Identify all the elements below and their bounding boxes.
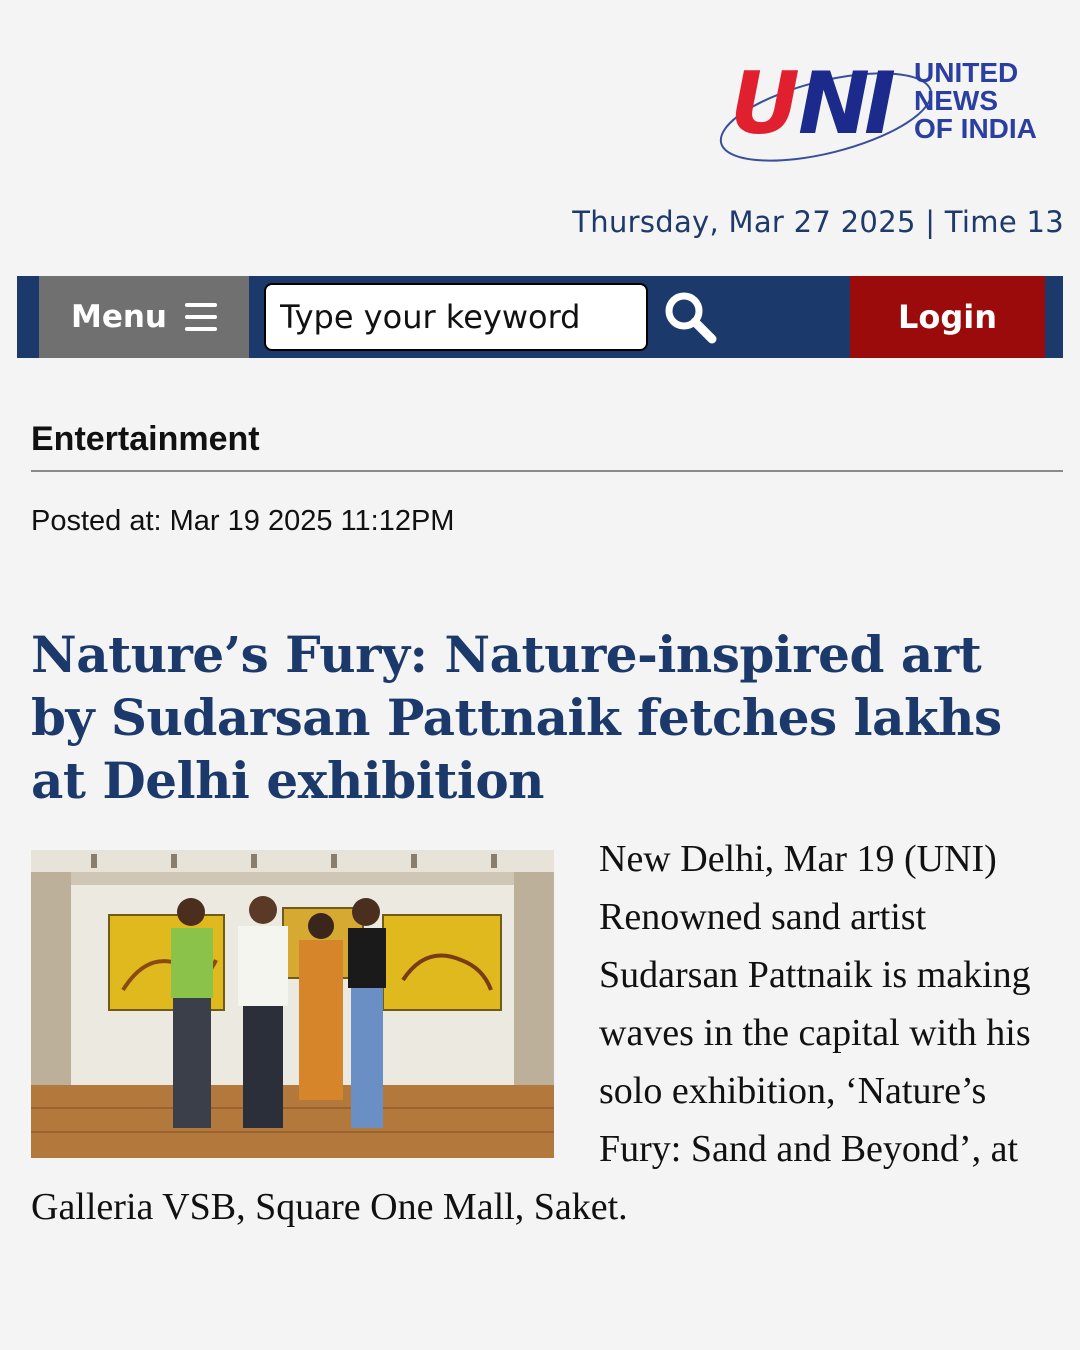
hamburger-icon	[185, 303, 217, 331]
logo-mark-u: U	[730, 55, 799, 154]
current-date-time: Thursday, Mar 27 2025 | Time 13	[572, 205, 1064, 239]
main-navbar: Menu Login	[17, 276, 1063, 358]
logo-line-2: NEWS	[914, 85, 998, 116]
menu-button[interactable]: Menu	[39, 276, 249, 358]
uni-logo[interactable]: U NI UNITED NEWS OF INDIA	[716, 55, 1056, 173]
section-divider	[31, 470, 1063, 472]
article-body: New Delhi, Mar 19 (UNI) Renowned sand ar…	[31, 830, 1066, 1236]
logo-line-3: OF INDIA	[914, 113, 1037, 144]
search-icon	[665, 292, 717, 344]
article-headline: Nature’s Fury: Nature-inspired art by Su…	[31, 625, 1002, 810]
logo-mark-ni: NI	[798, 55, 895, 154]
article-photo[interactable]	[31, 850, 554, 1158]
posted-at: Posted at: Mar 19 2025 11:12PM	[31, 505, 455, 537]
search-input[interactable]	[264, 283, 648, 351]
menu-label: Menu	[70, 299, 167, 335]
login-button[interactable]: Login	[850, 276, 1045, 358]
logo-line-1: UNITED	[914, 57, 1018, 88]
section-category[interactable]: Entertainment	[31, 420, 260, 459]
search-button[interactable]	[657, 286, 723, 348]
